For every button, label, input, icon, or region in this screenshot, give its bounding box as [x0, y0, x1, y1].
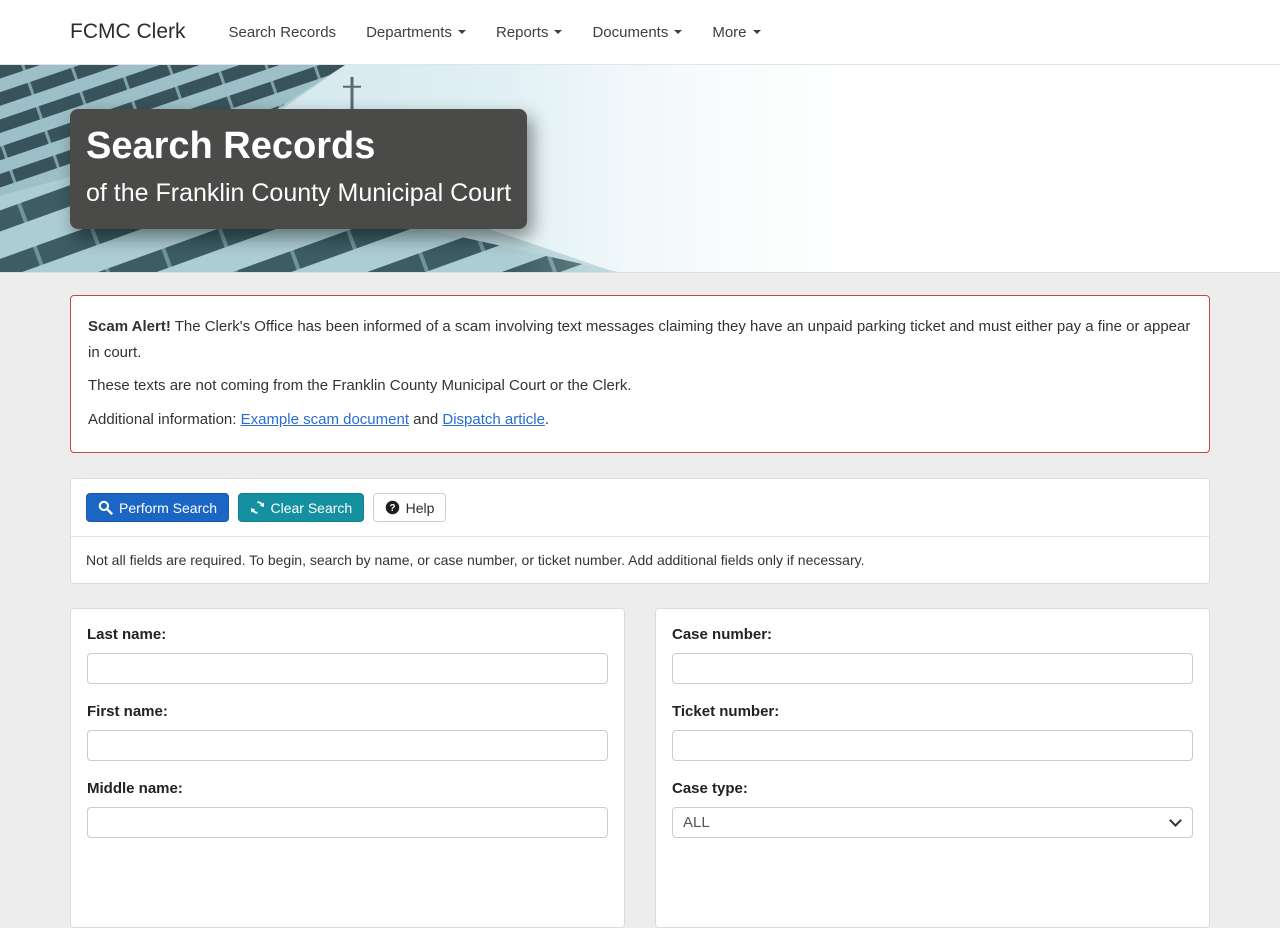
page-title: Search Records	[86, 126, 511, 168]
question-circle-icon: ?	[385, 500, 400, 515]
scam-alert-paragraph-3: Additional information: Example scam doc…	[88, 407, 1192, 433]
navbar: FCMC Clerk Search Records Departments Re…	[0, 0, 1280, 64]
help-button[interactable]: ? Help	[373, 493, 447, 522]
case-type-select[interactable]: ALL	[672, 807, 1193, 838]
ticket-number-group: Ticket number:	[672, 703, 1193, 761]
scam-alert: Scam Alert! The Clerk's Office has been …	[70, 295, 1210, 453]
hero-banner: Search Records of the Franklin County Mu…	[0, 64, 1280, 273]
case-type-group: Case type: ALL	[672, 780, 1193, 838]
nav-item-departments[interactable]: Departments	[351, 14, 481, 51]
case-number-label: Case number:	[672, 626, 1193, 643]
ticket-number-label: Ticket number:	[672, 703, 1193, 720]
clear-search-button[interactable]: Clear Search	[238, 493, 365, 522]
caret-down-icon	[554, 30, 562, 34]
case-type-select-wrap: ALL	[672, 807, 1193, 838]
search-icon	[98, 500, 113, 515]
search-instructions-body: Not all fields are required. To begin, s…	[71, 537, 1209, 583]
example-scam-document-link[interactable]: Example scam document	[241, 411, 409, 428]
scam-alert-paragraph-1: Scam Alert! The Clerk's Office has been …	[88, 314, 1192, 365]
caret-down-icon	[753, 30, 761, 34]
perform-search-button[interactable]: Perform Search	[86, 493, 229, 522]
nav-item-documents[interactable]: Documents	[577, 14, 697, 51]
nav-item-search-records[interactable]: Search Records	[214, 14, 352, 51]
middle-name-label: Middle name:	[87, 780, 608, 797]
case-number-group: Case number:	[672, 626, 1193, 684]
name-search-panel: Last name: First name: Middle name:	[70, 608, 625, 928]
dispatch-article-link[interactable]: Dispatch article	[442, 411, 545, 428]
nav-item-more[interactable]: More	[697, 14, 775, 51]
nav-item-reports[interactable]: Reports	[481, 14, 578, 51]
last-name-group: Last name:	[87, 626, 608, 684]
last-name-label: Last name:	[87, 626, 608, 643]
caret-down-icon	[674, 30, 682, 34]
search-toolbar-panel: Perform Search Clear Search ? Help Not a…	[70, 478, 1210, 584]
search-form: Last name: First name: Middle name: Case…	[70, 608, 1210, 928]
hero-title-box: Search Records of the Franklin County Mu…	[70, 109, 527, 229]
ticket-number-input[interactable]	[672, 730, 1193, 761]
search-instructions: Not all fields are required. To begin, s…	[86, 552, 1194, 568]
case-search-panel: Case number: Ticket number: Case type: A…	[655, 608, 1210, 928]
search-toolbar: Perform Search Clear Search ? Help	[71, 479, 1209, 537]
svg-text:?: ?	[389, 503, 395, 514]
first-name-input[interactable]	[87, 730, 608, 761]
middle-name-group: Middle name:	[87, 780, 608, 838]
case-number-input[interactable]	[672, 653, 1193, 684]
case-type-label: Case type:	[672, 780, 1193, 797]
scam-alert-paragraph-2: These texts are not coming from the Fran…	[88, 373, 1192, 399]
page-subtitle: of the Franklin County Municipal Court	[86, 178, 511, 208]
main-content: Scam Alert! The Clerk's Office has been …	[70, 295, 1210, 928]
caret-down-icon	[458, 30, 466, 34]
first-name-group: First name:	[87, 703, 608, 761]
middle-name-input[interactable]	[87, 807, 608, 838]
brand-fcmc-clerk[interactable]: FCMC Clerk	[70, 20, 186, 44]
scam-alert-heading: Scam Alert!	[88, 318, 171, 335]
first-name-label: First name:	[87, 703, 608, 720]
last-name-input[interactable]	[87, 653, 608, 684]
main-nav: Search Records Departments Reports Docum…	[214, 14, 776, 51]
refresh-icon	[250, 500, 265, 515]
